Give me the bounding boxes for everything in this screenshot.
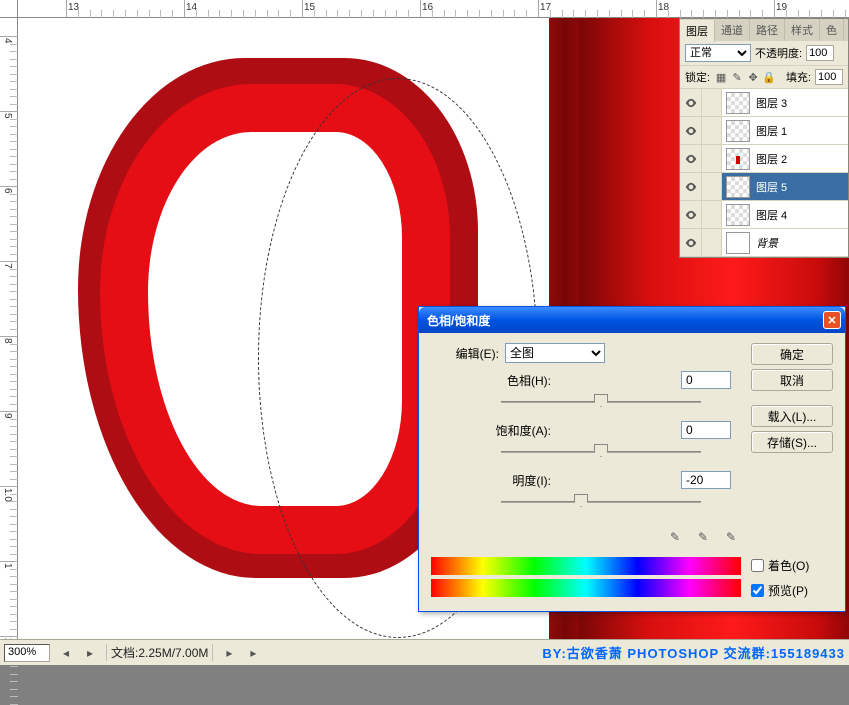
lightness-input[interactable] xyxy=(681,471,731,489)
layer-thumbnail xyxy=(726,232,750,254)
credit-text: BY:古欲香萧 PHOTOSHOP 交流群:155189433 xyxy=(542,643,845,662)
opacity-label: 不透明度: xyxy=(755,45,802,61)
document-size: 文档:2.25M/7.00M xyxy=(106,644,213,661)
scroll-right-icon[interactable]: ▸ xyxy=(82,645,98,661)
visibility-icon[interactable] xyxy=(680,229,702,256)
lock-position-icon[interactable]: ✥ xyxy=(746,70,760,84)
colorize-checkbox[interactable]: 着色(O) xyxy=(751,557,833,574)
hue-input[interactable] xyxy=(681,371,731,389)
ruler-corner xyxy=(0,0,18,18)
blend-mode-select[interactable]: 正常 xyxy=(685,44,751,62)
cancel-button[interactable]: 取消 xyxy=(751,369,833,391)
eyedropper-add-icon[interactable]: ✎ xyxy=(693,527,713,547)
ruler-horizontal: 13141516171819 xyxy=(18,0,849,18)
zoom-field[interactable]: 300% xyxy=(4,644,50,662)
ruler-vertical: 4567891.012 xyxy=(0,18,18,639)
lock-label: 锁定: xyxy=(685,69,710,85)
layer-name: 图层 4 xyxy=(754,207,787,223)
save-button[interactable]: 存储(S)... xyxy=(751,431,833,453)
edit-select[interactable]: 全图 xyxy=(505,343,605,363)
layer-row[interactable]: 背景 xyxy=(680,229,848,257)
hue-saturation-dialog: 色相/饱和度 ✕ 编辑(E): 全图 色相(H): 饱和度(A): xyxy=(418,306,846,612)
spectrum-before xyxy=(431,557,741,575)
eyedropper-icon[interactable]: ✎ xyxy=(665,527,685,547)
lightness-slider[interactable] xyxy=(501,493,701,511)
lock-pixels-icon[interactable]: ✎ xyxy=(730,70,744,84)
flyout-icon[interactable]: ▸ xyxy=(221,645,237,661)
status-bar: 300% ◂ ▸ 文档:2.25M/7.00M ▸ ▸ BY:古欲香萧 PHOT… xyxy=(0,639,849,665)
layer-thumbnail xyxy=(726,176,750,198)
preview-checkbox[interactable]: 预览(P) xyxy=(751,582,833,599)
scroll-left-icon[interactable]: ◂ xyxy=(58,645,74,661)
link-column[interactable] xyxy=(702,229,722,256)
hue-label: 色相(H): xyxy=(471,372,551,389)
visibility-icon[interactable] xyxy=(680,173,702,200)
edit-label: 编辑(E): xyxy=(431,345,499,362)
layer-row[interactable]: 图层 1 xyxy=(680,117,848,145)
saturation-input[interactable] xyxy=(681,421,731,439)
visibility-icon[interactable] xyxy=(680,201,702,228)
close-icon[interactable]: ✕ xyxy=(823,311,841,329)
visibility-icon[interactable] xyxy=(680,145,702,172)
layer-name: 图层 2 xyxy=(754,151,787,167)
layer-thumbnail xyxy=(726,148,750,170)
panel-tab-4[interactable]: 色 xyxy=(820,19,844,41)
fill-label: 填充: xyxy=(786,69,811,85)
visibility-icon[interactable] xyxy=(680,89,702,116)
load-button[interactable]: 载入(L)... xyxy=(751,405,833,427)
layer-name: 图层 5 xyxy=(754,179,787,195)
opacity-input[interactable] xyxy=(806,45,834,61)
link-column[interactable] xyxy=(702,145,722,172)
fill-input[interactable] xyxy=(815,69,843,85)
ruler-v-label: 1.0 xyxy=(2,488,13,502)
lock-all-icon[interactable]: 🔒 xyxy=(762,70,776,84)
layer-thumbnail xyxy=(726,204,750,226)
flyout-icon-2[interactable]: ▸ xyxy=(245,645,261,661)
panel-tab-2[interactable]: 路径 xyxy=(750,19,785,41)
layer-row[interactable]: 图层 4 xyxy=(680,201,848,229)
layer-thumbnail xyxy=(726,120,750,142)
link-column[interactable] xyxy=(702,117,722,144)
layer-name: 背景 xyxy=(754,235,778,251)
visibility-icon[interactable] xyxy=(680,117,702,144)
layer-row[interactable]: 图层 3 xyxy=(680,89,848,117)
layer-name: 图层 3 xyxy=(754,95,787,111)
eyedropper-subtract-icon[interactable]: ✎ xyxy=(721,527,741,547)
saturation-label: 饱和度(A): xyxy=(471,422,551,439)
link-column[interactable] xyxy=(702,89,722,116)
panel-tab-3[interactable]: 样式 xyxy=(785,19,820,41)
panel-tab-1[interactable]: 通道 xyxy=(715,19,750,41)
spectrum-after xyxy=(431,579,741,597)
saturation-slider[interactable] xyxy=(501,443,701,461)
hue-slider[interactable] xyxy=(501,393,701,411)
layer-row[interactable]: 图层 5 xyxy=(680,173,848,201)
dialog-titlebar[interactable]: 色相/饱和度 ✕ xyxy=(419,307,845,333)
layers-panel: 图层通道路径样式色 正常 不透明度: 锁定: ▦ ✎ ✥ 🔒 填充: 图层 3图… xyxy=(679,18,849,258)
lock-transparent-icon[interactable]: ▦ xyxy=(714,70,728,84)
link-column[interactable] xyxy=(702,201,722,228)
panel-tab-0[interactable]: 图层 xyxy=(680,20,715,42)
dialog-title: 色相/饱和度 xyxy=(427,312,490,329)
layer-thumbnail xyxy=(726,92,750,114)
panel-tabs: 图层通道路径样式色 xyxy=(680,19,848,41)
layer-row[interactable]: 图层 2 xyxy=(680,145,848,173)
ok-button[interactable]: 确定 xyxy=(751,343,833,365)
link-column[interactable] xyxy=(702,173,722,200)
layer-list: 图层 3 图层 1 图层 2 图层 5 图层 4 背景 xyxy=(680,89,848,257)
layer-name: 图层 1 xyxy=(754,123,787,139)
lightness-label: 明度(I): xyxy=(471,472,551,489)
